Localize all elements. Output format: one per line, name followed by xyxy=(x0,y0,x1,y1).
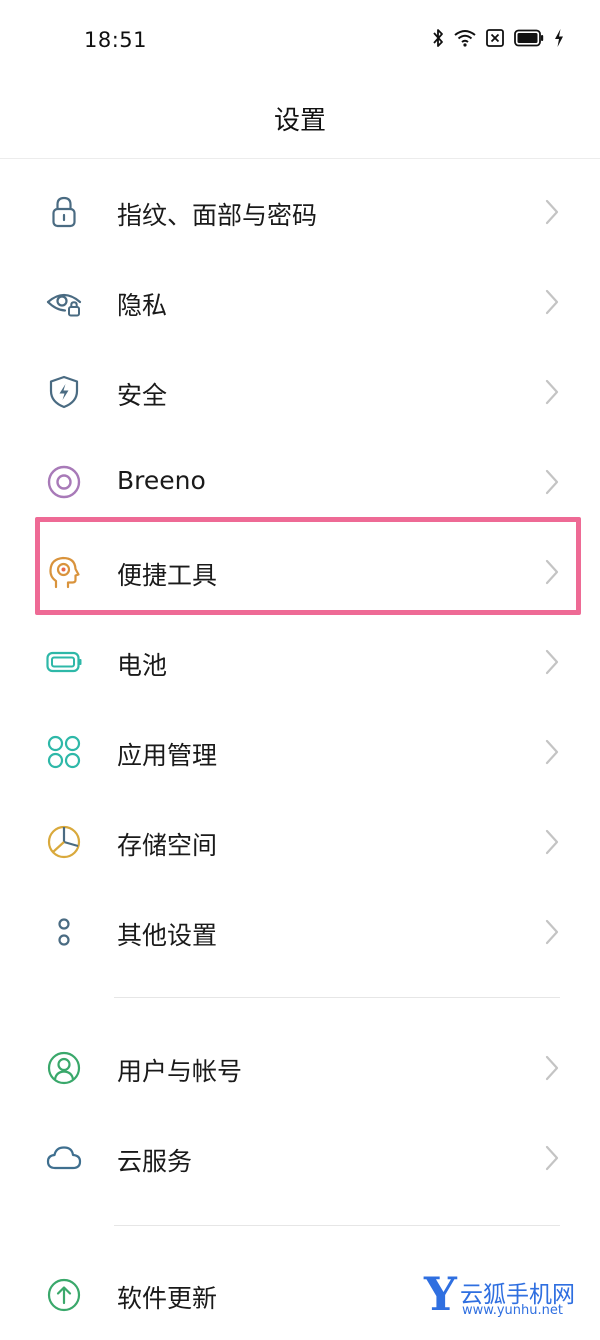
chevron-right-icon xyxy=(543,828,561,856)
section-divider xyxy=(114,1225,560,1226)
apps-icon xyxy=(46,734,82,770)
sim-off-icon xyxy=(486,29,504,47)
settings-item-privacy[interactable]: 隐私 xyxy=(0,257,600,347)
settings-item-storage[interactable]: 存储空间 xyxy=(0,797,600,887)
settings-item-label: 电池 xyxy=(117,651,168,680)
settings-item-label: 隐私 xyxy=(117,291,168,320)
status-time: 18:51 xyxy=(84,28,148,52)
chevron-right-icon xyxy=(543,1054,561,1082)
status-icons xyxy=(432,28,564,48)
wifi-icon xyxy=(454,29,476,47)
chevron-right-icon xyxy=(543,918,561,946)
chevron-right-icon xyxy=(543,378,561,406)
battery-status-icon xyxy=(514,29,544,47)
settings-item-label: 用户与帐号 xyxy=(117,1057,243,1086)
settings-item-label: 软件更新 xyxy=(117,1284,218,1313)
storage-icon xyxy=(46,824,82,860)
lock-icon xyxy=(46,194,82,230)
cloud-icon xyxy=(46,1140,82,1176)
chevron-right-icon xyxy=(543,198,561,226)
chevron-right-icon xyxy=(543,1144,561,1172)
header-divider xyxy=(0,158,600,159)
settings-item-security[interactable]: 安全 xyxy=(0,347,600,437)
section-divider xyxy=(114,997,560,998)
settings-item-label: 存储空间 xyxy=(117,831,218,860)
watermark: Y 云狐手机网 www.yunhu.net xyxy=(424,1269,594,1323)
breeno-icon xyxy=(46,464,82,500)
chevron-right-icon xyxy=(543,738,561,766)
settings-item-label: Breeno xyxy=(117,466,206,495)
update-icon xyxy=(46,1277,82,1313)
settings-item-label: 应用管理 xyxy=(117,741,218,770)
convenience-tools-icon xyxy=(46,554,82,590)
settings-item-label: 指纹、面部与密码 xyxy=(117,201,318,230)
user-icon xyxy=(46,1050,82,1086)
settings-item-fingerprint-face-password[interactable]: 指纹、面部与密码 xyxy=(0,167,600,257)
settings-item-label: 其他设置 xyxy=(117,921,218,950)
settings-item-breeno[interactable]: Breeno xyxy=(0,437,600,527)
settings-item-convenience-tools[interactable]: 便捷工具 xyxy=(0,527,600,617)
settings-item-label: 安全 xyxy=(117,381,168,410)
more-settings-icon xyxy=(46,914,82,950)
settings-item-users-accounts[interactable]: 用户与帐号 xyxy=(0,1023,600,1113)
watermark-url: www.yunhu.net xyxy=(462,1303,563,1318)
settings-item-battery[interactable]: 电池 xyxy=(0,617,600,707)
chevron-right-icon xyxy=(543,468,561,496)
bluetooth-icon xyxy=(432,28,444,48)
settings-item-app-management[interactable]: 应用管理 xyxy=(0,707,600,797)
settings-item-label: 云服务 xyxy=(117,1147,193,1176)
privacy-eye-icon xyxy=(46,284,82,320)
status-bar: 18:51 xyxy=(0,0,600,80)
shield-icon xyxy=(46,374,82,410)
settings-item-other-settings[interactable]: 其他设置 xyxy=(0,887,600,977)
charging-icon xyxy=(554,28,564,48)
settings-item-cloud-service[interactable]: 云服务 xyxy=(0,1113,600,1203)
chevron-right-icon xyxy=(543,558,561,586)
chevron-right-icon xyxy=(543,288,561,316)
chevron-right-icon xyxy=(543,648,561,676)
page-title: 设置 xyxy=(273,106,326,136)
settings-item-label: 便捷工具 xyxy=(117,561,218,590)
battery-icon xyxy=(46,644,82,680)
watermark-logo: Y xyxy=(424,1267,457,1321)
